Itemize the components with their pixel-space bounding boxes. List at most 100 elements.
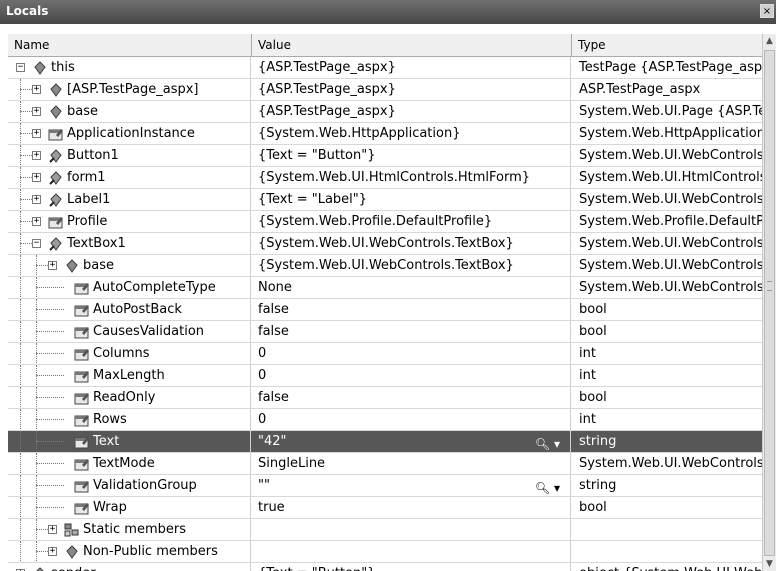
name-cell[interactable]: + Static members: [8, 519, 251, 540]
expand-icon[interactable]: +: [32, 151, 41, 160]
value-cell[interactable]: "42" 🔍︎ ▾: [252, 431, 571, 452]
name-cell[interactable]: Rows: [8, 409, 251, 430]
locals-row[interactable]: − this {ASP.TestPage_aspx} TestPage {ASP.Te…: [8, 57, 762, 79]
value-cell[interactable]: 0: [252, 365, 571, 386]
row-name: [ASP.TestPage_aspx]: [67, 82, 199, 97]
value-cell[interactable]: {System.Web.UI.WebControls.TextBox}: [252, 255, 571, 276]
name-cell[interactable]: Wrap: [8, 497, 251, 518]
name-cell[interactable]: + form1: [8, 167, 251, 188]
locals-row[interactable]: Wrap true bool: [8, 497, 762, 519]
expand-icon[interactable]: +: [32, 195, 41, 204]
name-cell[interactable]: + [ASP.TestPage_aspx]: [8, 79, 251, 100]
value-cell[interactable]: {System.Web.UI.WebControls.TextBox}: [252, 233, 571, 254]
locals-row[interactable]: Rows 0 int: [8, 409, 762, 431]
name-cell[interactable]: − this: [8, 57, 251, 78]
name-cell[interactable]: +sender: [8, 563, 251, 571]
value-cell[interactable]: {Text = "Label"}: [252, 189, 571, 210]
locals-row[interactable]: + Static members: [8, 519, 762, 541]
name-cell[interactable]: + base: [8, 255, 251, 276]
value-cell[interactable]: [252, 541, 571, 562]
locals-row[interactable]: MaxLength 0 int: [8, 365, 762, 387]
locals-row[interactable]: +sender {Text = "Button"} object {System.W…: [8, 563, 762, 571]
value-cell[interactable]: false: [252, 321, 571, 342]
value-cell[interactable]: {ASP.TestPage_aspx}: [252, 101, 571, 122]
value-cell[interactable]: SingleLine: [252, 453, 571, 474]
locals-row[interactable]: Text "42" 🔍︎ ▾ string: [8, 431, 762, 453]
name-cell[interactable]: MaxLength: [8, 365, 251, 386]
name-cell[interactable]: AutoCompleteType: [8, 277, 251, 298]
name-cell[interactable]: AutoPostBack: [8, 299, 251, 320]
expand-icon[interactable]: +: [32, 107, 41, 116]
value-cell[interactable]: [252, 519, 571, 540]
value-cell[interactable]: {System.Web.Profile.DefaultProfile}: [252, 211, 571, 232]
value-cell[interactable]: {System.Web.UI.HtmlControls.HtmlForm}: [252, 167, 571, 188]
locals-row[interactable]: + Label1 {Text = "Label"} System.Web.UI.Web…: [8, 189, 762, 211]
locals-row[interactable]: + form1 {System.Web.UI.HtmlControls.HtmlFo…: [8, 167, 762, 189]
name-cell[interactable]: + Profile: [8, 211, 251, 232]
name-cell[interactable]: CausesValidation: [8, 321, 251, 342]
locals-row[interactable]: + Profile {System.Web.Profile.DefaultProfi…: [8, 211, 762, 233]
value-cell[interactable]: {ASP.TestPage_aspx}: [252, 57, 571, 78]
expand-icon[interactable]: +: [48, 525, 57, 534]
name-cell[interactable]: ValidationGroup: [8, 475, 251, 496]
value-cell[interactable]: None: [252, 277, 571, 298]
column-header-type[interactable]: Type: [572, 34, 762, 56]
locals-row[interactable]: ReadOnly false bool: [8, 387, 762, 409]
value-cell[interactable]: 0: [252, 343, 571, 364]
locals-row[interactable]: + base {ASP.TestPage_aspx} System.Web.UI.Pa…: [8, 101, 762, 123]
name-cell[interactable]: + base: [8, 101, 251, 122]
value-cell[interactable]: false: [252, 387, 571, 408]
name-cell[interactable]: + ApplicationInstance: [8, 123, 251, 144]
name-cell[interactable]: + Non-Public members: [8, 541, 251, 562]
expand-icon[interactable]: +: [32, 217, 41, 226]
collapse-icon[interactable]: −: [16, 63, 25, 72]
field-icon-glyph: [34, 61, 46, 75]
scroll-up-icon[interactable]: ▲: [763, 34, 776, 48]
locals-row[interactable]: CausesValidation false bool: [8, 321, 762, 343]
expand-icon[interactable]: +: [32, 129, 41, 138]
locals-row[interactable]: + base {System.Web.UI.WebControls.TextBox}…: [8, 255, 762, 277]
visualizer-magnifier-icon[interactable]: 🔍︎ ▾: [535, 434, 560, 452]
value-cell[interactable]: "" 🔍︎ ▾: [252, 475, 571, 496]
locals-row[interactable]: + ApplicationInstance {System.Web.HttpAppl…: [8, 123, 762, 145]
name-cell[interactable]: TextMode: [8, 453, 251, 474]
locals-row[interactable]: + Button1 {Text = "Button"} System.Web.UI.W…: [8, 145, 762, 167]
value-cell[interactable]: 0: [252, 409, 571, 430]
value-cell[interactable]: true: [252, 497, 571, 518]
name-cell[interactable]: ReadOnly: [8, 387, 251, 408]
column-header-value[interactable]: Value: [252, 34, 572, 56]
locals-row[interactable]: + Non-Public members: [8, 541, 762, 563]
locals-row[interactable]: TextMode SingleLine System.Web.UI.WebContr…: [8, 453, 762, 475]
name-cell[interactable]: Columns: [8, 343, 251, 364]
value-cell[interactable]: false: [252, 299, 571, 320]
name-cell[interactable]: + Button1: [8, 145, 251, 166]
expand-icon[interactable]: +: [32, 173, 41, 182]
close-icon[interactable]: ×: [760, 4, 774, 18]
column-header-name[interactable]: Name: [8, 34, 252, 56]
name-cell[interactable]: + Label1: [8, 189, 251, 210]
row-value: true: [258, 500, 285, 515]
locals-row[interactable]: ValidationGroup "" 🔍︎ ▾ string: [8, 475, 762, 497]
tree-line: [20, 199, 32, 200]
expand-icon[interactable]: +: [32, 85, 41, 94]
locals-row[interactable]: Columns 0 int: [8, 343, 762, 365]
value-cell[interactable]: {ASP.TestPage_aspx}: [252, 79, 571, 100]
visualizer-magnifier-icon[interactable]: 🔍︎ ▾: [535, 478, 560, 496]
locals-row[interactable]: − TextBox1 {System.Web.UI.WebControls.Text…: [8, 233, 762, 255]
locals-row[interactable]: + [ASP.TestPage_aspx] {ASP.TestPage_aspx} A…: [8, 79, 762, 101]
value-cell[interactable]: {System.Web.HttpApplication}: [252, 123, 571, 144]
scroll-thumb[interactable]: [764, 50, 775, 556]
locals-row[interactable]: AutoCompleteType None System.Web.UI.WebCon…: [8, 277, 762, 299]
vertical-scrollbar[interactable]: ▲ ▼: [762, 34, 776, 571]
name-cell[interactable]: − TextBox1: [8, 233, 251, 254]
expand-icon[interactable]: +: [48, 261, 57, 270]
collapse-icon[interactable]: −: [32, 239, 41, 248]
value-cell[interactable]: {Text = "Button"}: [252, 563, 571, 571]
name-cell[interactable]: Text: [8, 431, 251, 452]
scroll-down-icon[interactable]: ▼: [763, 557, 776, 571]
value-cell[interactable]: {Text = "Button"}: [252, 145, 571, 166]
locals-row[interactable]: AutoPostBack false bool: [8, 299, 762, 321]
expand-icon[interactable]: +: [48, 547, 57, 556]
row-value: {Text = "Label"}: [258, 192, 368, 207]
row-name: Profile: [67, 214, 108, 229]
